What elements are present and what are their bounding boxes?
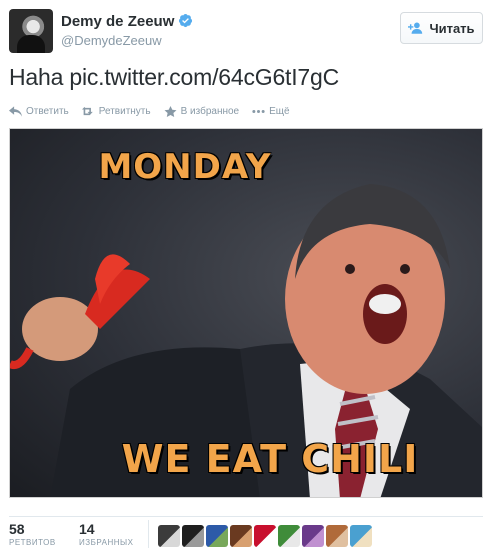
favoriter-avatar[interactable] [254, 525, 276, 547]
footer-divider [9, 516, 483, 517]
tweet-text[interactable]: Haha pic.twitter.com/64cG6tI7gC [9, 64, 339, 91]
add-user-icon [408, 22, 423, 34]
retweets-stat[interactable]: 58 РЕТВИТОВ [9, 521, 56, 549]
favorites-label: ИЗБРАННЫХ [79, 538, 134, 547]
retweet-label: Ретвитнуть [98, 106, 151, 117]
meme-top-caption: MONDAY [98, 147, 272, 187]
reply-label: Ответить [26, 106, 69, 117]
favoriter-avatar[interactable] [326, 525, 348, 547]
favorites-stat[interactable]: 14 ИЗБРАННЫХ [79, 521, 133, 549]
favorite-label: В избранное [180, 106, 240, 117]
retweets-label: РЕТВИТОВ [9, 538, 56, 547]
reply-action[interactable]: Ответить [9, 106, 69, 117]
verified-badge-icon [179, 13, 193, 28]
reply-icon [9, 106, 22, 117]
star-icon [164, 106, 177, 117]
favoriter-avatar[interactable] [230, 525, 252, 547]
favoriter-avatar[interactable] [302, 525, 324, 547]
display-name-row[interactable]: Demy de Zeeuw [61, 13, 193, 30]
favoriter-avatar[interactable] [182, 525, 204, 547]
favorites-count: 14 [79, 521, 95, 537]
more-label: Ещё [269, 106, 290, 117]
follow-button[interactable]: Читать [400, 12, 483, 44]
favorite-action[interactable]: В избранное [164, 106, 240, 117]
more-dots-icon [252, 110, 265, 113]
retweet-action[interactable]: Ретвитнуть [81, 106, 151, 117]
retweet-icon [81, 107, 93, 116]
favoriter-avatar[interactable] [350, 525, 372, 547]
more-action[interactable]: Ещё [252, 106, 290, 117]
favoriter-avatar[interactable] [278, 525, 300, 547]
tweet-header: Demy de Zeeuw @DemydeZeeuw Читать [9, 9, 483, 53]
favoriter-avatar[interactable] [206, 525, 228, 547]
follow-button-label: Читать [429, 20, 475, 36]
user-handle[interactable]: @DemydeZeeuw [61, 33, 162, 48]
display-name[interactable]: Demy de Zeeuw [61, 13, 174, 30]
favoriters-avatars [158, 525, 372, 547]
stats-separator [148, 520, 149, 548]
avatar[interactable] [9, 9, 53, 53]
tweet-actions: Ответить Ретвитнуть В избранное Ещё [9, 106, 290, 117]
favoriter-avatar[interactable] [158, 525, 180, 547]
tweet-photo[interactable]: MONDAY WE EAT CHILI [9, 128, 483, 498]
retweets-count: 58 [9, 521, 25, 537]
meme-bottom-caption: WE EAT CHILI [121, 437, 419, 481]
